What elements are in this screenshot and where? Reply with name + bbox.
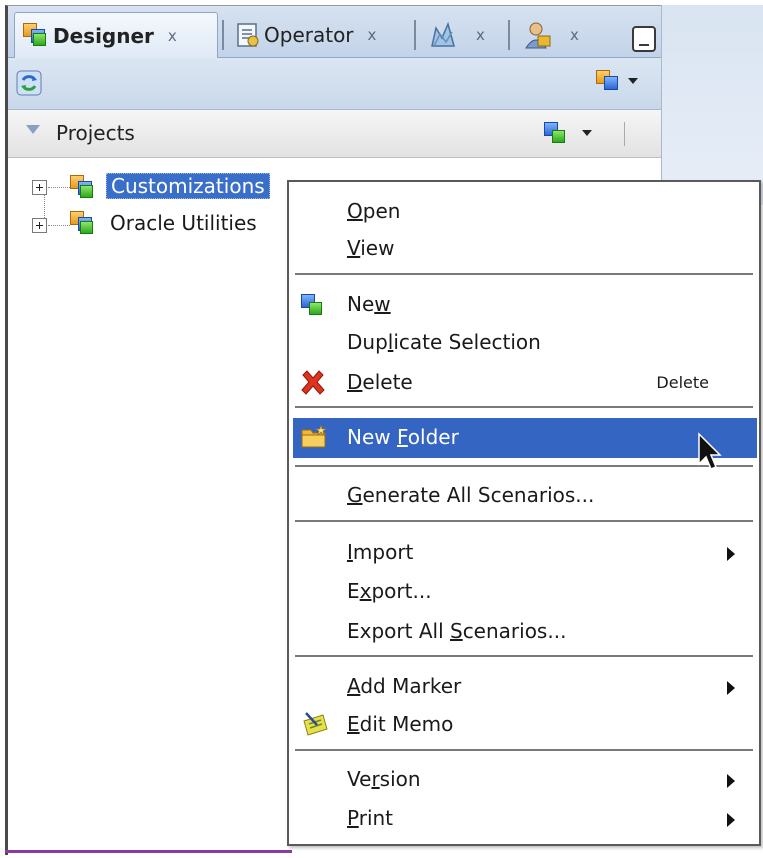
submenu-arrow-icon — [727, 813, 735, 827]
menu-item-add-marker[interactable]: Add Marker — [293, 669, 757, 705]
tab-label: Designer — [53, 24, 154, 48]
menu-item-new[interactable]: New — [293, 287, 757, 323]
menu-item-version[interactable]: Version — [293, 762, 757, 798]
background-panel — [661, 5, 763, 205]
submenu-arrow-icon — [727, 547, 735, 561]
designer-toolbar — [8, 58, 661, 110]
new-project-icon[interactable] — [542, 120, 568, 146]
tab-separator — [222, 20, 224, 50]
close-icon[interactable]: x — [368, 26, 377, 44]
menu-separator — [295, 655, 753, 657]
menu-item-label: Export All Scenarios... — [347, 619, 567, 643]
tree-line — [48, 187, 70, 188]
memo-icon — [303, 712, 328, 736]
mouse-cursor-icon — [698, 432, 722, 470]
model-menu-icon[interactable] — [596, 70, 622, 96]
menu-separator — [295, 465, 753, 467]
menu-item-label: Generate All Scenarios... — [347, 483, 595, 507]
chevron-down-icon[interactable] — [628, 78, 638, 86]
project-icon — [70, 175, 96, 201]
menu-item-generate-all-scenarios[interactable]: Generate All Scenarios... — [293, 478, 757, 514]
designer-icon — [23, 23, 49, 49]
minimize-button[interactable] — [632, 26, 656, 52]
operator-icon — [237, 23, 259, 47]
menu-item-export-all-scenarios[interactable]: Export All Scenarios... — [293, 614, 757, 650]
menu-item-label: Version — [347, 767, 421, 791]
tab-separator — [414, 20, 416, 50]
tab-designer[interactable]: Designer x — [14, 12, 218, 59]
tab-operator[interactable]: Operator x — [228, 12, 384, 58]
menu-item-export[interactable]: Export... — [293, 574, 757, 610]
submenu-arrow-icon — [727, 681, 735, 695]
security-icon — [525, 22, 551, 49]
menu-item-label: Open — [347, 199, 401, 223]
chevron-down-icon[interactable] — [582, 130, 592, 138]
expand-icon[interactable] — [32, 218, 47, 233]
topology-icon — [431, 21, 455, 47]
new-folder-icon — [301, 424, 328, 448]
menu-item-import[interactable]: Import — [293, 535, 757, 571]
project-icon — [70, 211, 96, 237]
menu-item-delete[interactable]: Delete Delete — [293, 365, 757, 401]
menu-item-label: New — [347, 292, 391, 316]
panel-bottom-border — [5, 850, 292, 853]
close-icon[interactable]: x — [476, 26, 485, 44]
menu-item-label: Import — [347, 540, 414, 564]
menu-item-label: Print — [347, 806, 394, 830]
tab-bar: Designer x Operator x x x — [8, 6, 661, 59]
tree-node-customizations[interactable]: Customizations — [106, 173, 270, 199]
tab-separator — [508, 20, 510, 50]
menu-separator — [295, 520, 753, 522]
context-menu: Open View New Duplicate Selection Delete… — [287, 180, 761, 846]
menu-item-label: Edit Memo — [347, 712, 454, 736]
delete-x-icon — [301, 370, 325, 395]
menu-item-edit-memo[interactable]: Edit Memo — [293, 707, 757, 743]
close-icon[interactable]: x — [168, 27, 177, 45]
tree-line — [48, 225, 70, 226]
menu-item-label: New Folder — [347, 425, 459, 449]
menu-item-label: Add Marker — [347, 674, 462, 698]
menu-item-view[interactable]: View — [293, 231, 757, 267]
toolbar-divider — [624, 122, 625, 146]
submenu-arrow-icon — [727, 774, 735, 788]
menu-separator — [295, 749, 753, 751]
new-icon — [299, 292, 325, 318]
menu-separator — [295, 406, 753, 408]
tab-topology[interactable]: x — [420, 12, 493, 58]
menu-item-new-folder[interactable]: New Folder — [293, 418, 757, 458]
menu-item-print[interactable]: Print — [293, 801, 757, 837]
projects-accordion[interactable]: Projects — [8, 110, 661, 158]
menu-item-label: Duplicate Selection — [347, 330, 541, 354]
menu-item-label: Export... — [347, 579, 432, 603]
tab-security[interactable]: x — [514, 12, 587, 58]
tree-node-oracle-utilities[interactable]: Oracle Utilities — [110, 211, 257, 235]
accordion-title: Projects — [56, 121, 135, 145]
expand-icon[interactable] — [32, 180, 47, 195]
menu-item-duplicate-selection[interactable]: Duplicate Selection — [293, 325, 757, 361]
menu-item-label: View — [347, 236, 395, 260]
menu-separator — [295, 273, 753, 275]
tab-label: Operator — [264, 23, 354, 47]
collapse-arrow-icon[interactable] — [26, 125, 40, 134]
menu-item-open[interactable]: Open — [293, 194, 757, 230]
menu-item-label: Delete — [347, 370, 413, 394]
refresh-icon[interactable] — [14, 68, 44, 98]
close-icon[interactable]: x — [570, 26, 579, 44]
menu-shortcut: Delete — [656, 373, 709, 392]
